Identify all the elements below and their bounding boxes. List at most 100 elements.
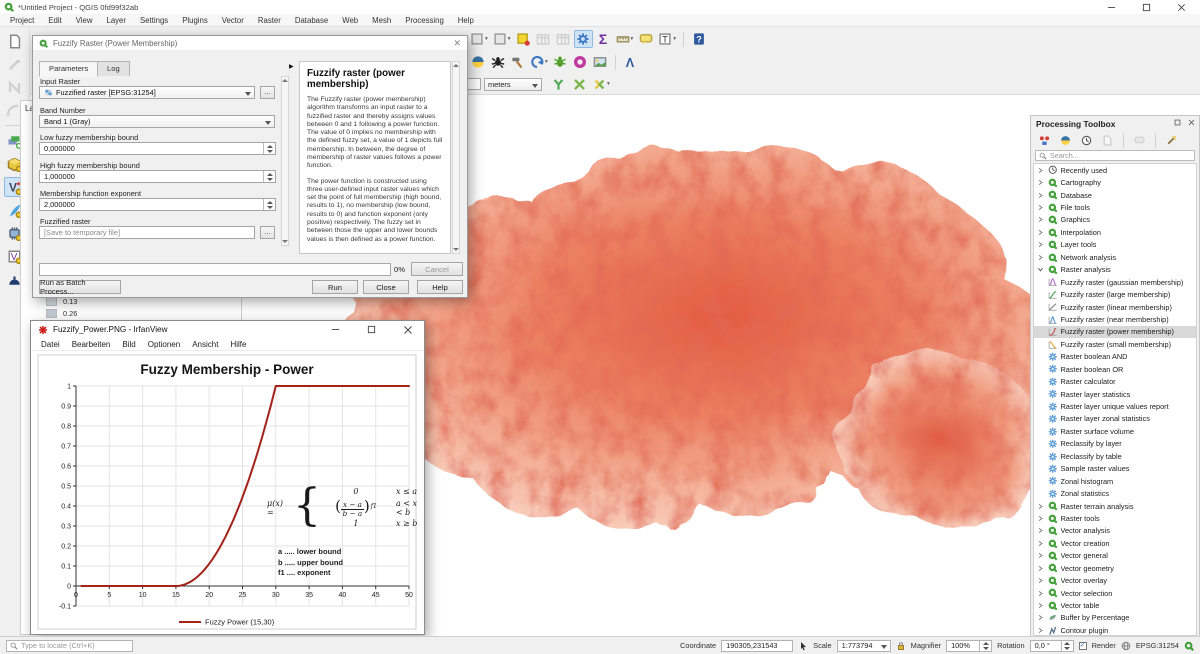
run-button[interactable]: Run (312, 280, 358, 294)
chevron-right-icon[interactable] (1037, 216, 1045, 223)
plugin-builder-icon[interactable] (508, 53, 527, 71)
measure-icon[interactable]: ▾ (614, 30, 636, 48)
chevron-right-icon[interactable] (1037, 254, 1045, 261)
tree-item-database[interactable]: Database (1034, 189, 1196, 201)
python-console-icon[interactable] (468, 53, 487, 71)
chevron-right-icon[interactable] (1037, 590, 1045, 597)
spinner-arrows[interactable] (263, 143, 275, 154)
dialog-close-icon[interactable]: ✕ (453, 39, 461, 48)
edit-pen-icon[interactable] (4, 54, 26, 74)
form-scrollbar[interactable] (281, 76, 289, 246)
menu-settings[interactable]: Settings (133, 16, 175, 25)
snapping-off-icon[interactable] (570, 75, 589, 93)
tree-item-fuzzify-raster-power-membership-[interactable]: Fuzzify raster (power membership) (1034, 326, 1196, 338)
processing-toolbox-icon[interactable] (574, 30, 593, 48)
tab-log[interactable]: Log (97, 61, 130, 76)
chevron-right-icon[interactable] (1037, 540, 1045, 547)
minimize-button[interactable] (1107, 3, 1116, 12)
tree-item-fuzzify-raster-small-membership-[interactable]: Fuzzify raster (small membership) (1034, 338, 1196, 350)
irfanview-menu-bearbeiten[interactable]: Bearbeiten (66, 340, 117, 349)
low-bound-input[interactable]: 0,000000 (39, 142, 276, 155)
results-viewer-icon[interactable] (1098, 132, 1117, 150)
tree-item-vector-selection[interactable]: Vector selection (1034, 587, 1196, 599)
tree-item-raster-layer-zonal-statistics[interactable]: Raster layer zonal statistics (1034, 413, 1196, 425)
help-collapse-icon[interactable]: ▶ (289, 63, 294, 70)
layer-dropdown-icon[interactable]: ▾ (491, 30, 513, 48)
snapping-mode-icon[interactable]: ▾ (591, 75, 612, 93)
tree-item-buffer-by-percentage[interactable]: Buffer by Percentage (1034, 612, 1196, 624)
high-bound-input[interactable]: 1,000000 (39, 170, 276, 183)
tree-item-raster-boolean-or[interactable]: Raster boolean OR (1034, 363, 1196, 375)
new-project-icon[interactable] (4, 31, 26, 51)
tree-item-contour-plugin[interactable]: Contour plugin (1034, 624, 1196, 636)
band-number-select[interactable]: Band 1 (Gray) (39, 115, 275, 128)
input-raster-select[interactable]: Fuzzified raster [EPSG:31254] (39, 86, 255, 99)
chevron-right-icon[interactable] (1037, 527, 1045, 534)
cancel-button[interactable]: Cancel (411, 262, 463, 276)
tree-item-fuzzify-raster-gaussian-membership-[interactable]: Fuzzify raster (gaussian membership) (1034, 276, 1196, 288)
tree-item-reclassify-by-table[interactable]: Reclassify by table (1034, 450, 1196, 462)
chevron-right-icon[interactable] (1037, 577, 1045, 584)
map-tips-icon[interactable] (636, 30, 655, 48)
menu-help[interactable]: Help (451, 16, 481, 25)
tree-item-vector-overlay[interactable]: Vector overlay (1034, 574, 1196, 586)
chevron-right-icon[interactable] (1037, 552, 1045, 559)
plugin-spider-icon[interactable] (488, 53, 507, 71)
run-as-batch-button[interactable]: Run as Batch Process... (39, 280, 121, 294)
chevron-right-icon[interactable] (1037, 229, 1045, 236)
maximize-button[interactable] (367, 325, 376, 334)
chevron-right-icon[interactable] (1037, 515, 1045, 522)
menu-raster[interactable]: Raster (251, 16, 288, 25)
irfanview-menu-hilfe[interactable]: Hilfe (224, 340, 252, 349)
tree-item-interpolation[interactable]: Interpolation (1034, 226, 1196, 238)
minimize-button[interactable] (331, 325, 340, 334)
chevron-right-icon[interactable] (1037, 179, 1045, 186)
tree-item-fuzzify-raster-near-membership-[interactable]: Fuzzify raster (near membership) (1034, 313, 1196, 325)
help-scrollbar[interactable] (452, 61, 460, 254)
python-scripts-icon[interactable] (1056, 132, 1075, 150)
chevron-right-icon[interactable] (1037, 167, 1045, 174)
chevron-right-icon[interactable] (1037, 241, 1045, 248)
node-tool-icon[interactable] (4, 77, 26, 97)
tree-item-raster-layer-statistics[interactable]: Raster layer statistics (1034, 388, 1196, 400)
georeferencer-icon[interactable] (591, 53, 610, 71)
attribute-table-icon[interactable] (534, 30, 553, 48)
scale-select[interactable]: 1:773794 (837, 640, 891, 652)
tree-item-fuzzify-raster-linear-membership-[interactable]: Fuzzify raster (linear membership) (1034, 301, 1196, 313)
undo-icon[interactable]: ▾ (528, 53, 550, 71)
tree-item-raster-analysis[interactable]: Raster analysis (1034, 264, 1196, 276)
lock-scale-icon[interactable] (896, 641, 906, 651)
tree-item-raster-layer-unique-values-report[interactable]: Raster layer unique values report (1034, 400, 1196, 412)
tab-parameters[interactable]: Parameters (39, 61, 98, 77)
toolbox-search-input[interactable]: Search... (1035, 150, 1195, 161)
spinner-arrows[interactable] (1061, 641, 1073, 651)
close-button[interactable] (403, 325, 413, 335)
plugin-bug-icon[interactable] (551, 53, 570, 71)
tree-item-vector-table[interactable]: Vector table (1034, 599, 1196, 611)
models-icon[interactable] (1035, 132, 1054, 150)
chevron-right-icon[interactable] (1037, 614, 1045, 621)
chevron-right-icon[interactable] (1037, 503, 1045, 510)
options-icon[interactable] (1162, 132, 1181, 150)
tree-item-vector-general[interactable]: Vector general (1034, 550, 1196, 562)
menu-web[interactable]: Web (335, 16, 365, 25)
help-contents-icon[interactable]: ? (689, 30, 708, 48)
chevron-right-icon[interactable] (1037, 192, 1045, 199)
tree-item-zonal-histogram[interactable]: Zonal histogram (1034, 475, 1196, 487)
output-raster-input[interactable]: [Save to temporary file] (39, 226, 255, 239)
input-raster-browse-button[interactable]: … (260, 86, 275, 99)
menu-project[interactable]: Project (3, 16, 41, 25)
menu-layer[interactable]: Layer (99, 16, 133, 25)
tree-item-graphics[interactable]: Graphics (1034, 214, 1196, 226)
maximize-button[interactable] (1142, 3, 1151, 12)
tree-item-file-tools[interactable]: File tools (1034, 201, 1196, 213)
lambda-icon[interactable]: Λ (621, 53, 640, 71)
style-dropdown-icon[interactable]: ▾ (468, 30, 490, 48)
labeling-icon[interactable] (514, 30, 533, 48)
float-panel-icon[interactable] (1174, 119, 1181, 126)
chevron-right-icon[interactable] (1037, 627, 1045, 634)
output-browse-button[interactable]: … (260, 226, 275, 239)
menu-vector[interactable]: Vector (215, 16, 251, 25)
irfanview-menu-ansicht[interactable]: Ansicht (186, 340, 224, 349)
irfanview-menu-optionen[interactable]: Optionen (142, 340, 186, 349)
